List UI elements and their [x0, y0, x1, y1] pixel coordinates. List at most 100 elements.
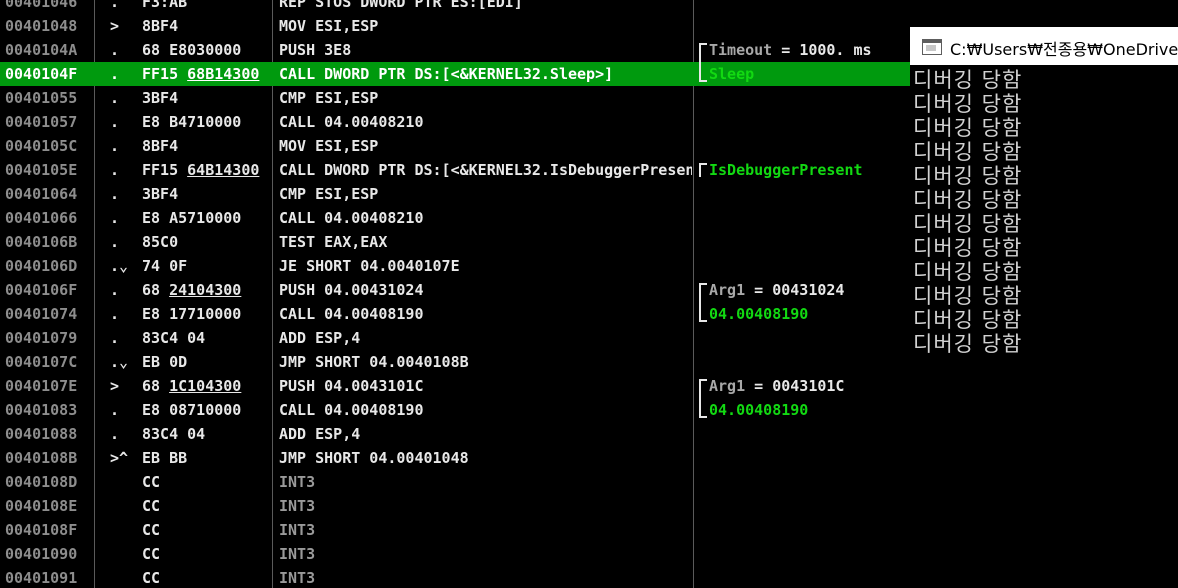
row-jump-marker: . [110, 137, 120, 155]
comment-arg1-value: 0043101C [772, 377, 845, 395]
row-instruction: REP STOS DWORD PTR ES:[EDI] [279, 0, 523, 11]
row-address: 0040108B [5, 449, 78, 467]
comment-row: Sleep [0, 62, 910, 86]
row-address: 00401088 [5, 425, 78, 443]
row-instruction: JE SHORT 04.0040107E [279, 257, 460, 275]
disassembly-row[interactable]: 00401090 CC INT3 [0, 542, 910, 566]
row-address: 00401048 [5, 17, 78, 35]
comment-call-target: 04.00408190 [709, 401, 809, 419]
row-hex-bytes: CC [142, 569, 161, 587]
row-address: 0040107C [5, 353, 78, 371]
comment-arg1-eq: = [745, 281, 773, 299]
row-jump-marker: . [110, 0, 120, 11]
comment-arg1-value: 00431024 [772, 281, 845, 299]
row-address: 00401057 [5, 113, 78, 131]
comment-arg1-label: Arg1 [709, 377, 746, 395]
disassembly-row[interactable]: 0040108B >^ EB BB JMP SHORT 04.00401048 [0, 446, 910, 470]
console-line: 디버깅 당함 [913, 92, 1023, 116]
disassembly-row[interactable]: 00401088. 83C4 04 ADD ESP,4 [0, 422, 910, 446]
console-line: 디버깅 당함 [913, 260, 1023, 284]
row-instruction: MOV ESI,ESP [279, 17, 379, 35]
row-jump-marker: .⌄ [110, 257, 129, 275]
row-hex-bytes: CC [142, 521, 161, 539]
row-instruction: INT3 [279, 473, 316, 491]
comment-row: Timeout = 1000. ms [0, 38, 910, 62]
console-line: 디버깅 당함 [913, 308, 1023, 332]
disassembly-row[interactable]: 00401048 >8BF4 MOV ESI,ESP [0, 14, 910, 38]
row-instruction: JMP SHORT 04.0040108B [279, 353, 469, 371]
console-line: 디버깅 당함 [913, 236, 1023, 260]
row-jump-marker: . [110, 425, 120, 443]
console-line: 디버깅 당함 [913, 212, 1023, 236]
comment-timeout-label: Timeout [709, 41, 773, 59]
comment-timeout-eq: = [772, 41, 800, 59]
row-instruction: MOV ESI,ESP [279, 137, 379, 155]
row-address: 0040108E [5, 497, 78, 515]
row-hex-bytes: EB BB [142, 449, 188, 467]
row-address: 00401091 [5, 569, 78, 587]
disassembly-row[interactable]: 0040108F CC INT3 [0, 518, 910, 542]
comment-isdebuggerpresent: IsDebuggerPresent [709, 161, 863, 179]
row-instruction: INT3 [279, 497, 316, 515]
row-hex-bytes: CC [142, 545, 161, 563]
comment-row: 04.00408190 [0, 398, 910, 422]
row-instruction: CMP ESI,ESP [279, 89, 379, 107]
row-hex-bytes: 3BF4 [142, 89, 179, 107]
row-address: 0040105C [5, 137, 78, 155]
console-line: 디버깅 당함 [913, 116, 1023, 140]
comment-sleep: Sleep [709, 65, 755, 83]
disassembly-row[interactable]: 0040105C. 8BF4 MOV ESI,ESP [0, 134, 910, 158]
row-hex-bytes: F3:AB [142, 0, 188, 11]
disassembly-row[interactable]: 00401057. E8 B4710000 CALL 04.00408210 [0, 110, 910, 134]
row-instruction: ADD ESP,4 [279, 425, 361, 443]
row-hex-bytes: 8BF4 [142, 137, 179, 155]
disassembly-row[interactable]: 0040108E CC INT3 [0, 494, 910, 518]
row-instruction: INT3 [279, 521, 316, 539]
console-title-bar[interactable]: C:₩Users₩전종용₩OneDrive [910, 27, 1178, 65]
row-address: 00401064 [5, 185, 78, 203]
console-line: 디버깅 당함 [913, 332, 1023, 356]
comment-row: IsDebuggerPresent [0, 158, 910, 182]
disassembly-row[interactable]: 00401079. 83C4 04 ADD ESP,4 [0, 326, 910, 350]
row-address: 0040108F [5, 521, 78, 539]
row-address: 00401079 [5, 329, 78, 347]
disassembly-row[interactable]: 00401066. E8 A5710000 CALL 04.00408210 [0, 206, 910, 230]
console-line: 디버깅 당함 [913, 68, 1023, 92]
row-address: 00401055 [5, 89, 78, 107]
row-hex-bytes: CC [142, 497, 161, 515]
disassembly-row[interactable]: 0040107C .⌄ EB 0D JMP SHORT 04.0040108B [0, 350, 910, 374]
comment-timeout-value: 1000. ms [799, 41, 872, 59]
comment-row: Arg1 = 00431024 [0, 278, 910, 302]
disassembly-row[interactable]: 00401064. 3BF4 CMP ESI,ESP [0, 182, 910, 206]
row-hex-bytes: EB 0D [142, 353, 188, 371]
row-hex-bytes: E8 B4710000 [142, 113, 242, 131]
disassembly-row[interactable]: 0040108D CC INT3 [0, 470, 910, 494]
row-jump-marker: > [110, 17, 120, 35]
row-jump-marker: . [110, 233, 120, 251]
disassembly-row[interactable]: 00401091 CC INT3 [0, 566, 910, 588]
row-address: 0040106D [5, 257, 78, 275]
row-instruction: CALL 04.00408210 [279, 113, 424, 131]
comment-arg1-label: Arg1 [709, 281, 746, 299]
row-jump-marker: .⌄ [110, 353, 129, 371]
disassembly-row[interactable]: 0040106D .⌄ 74 0F JE SHORT 04.0040107E [0, 254, 910, 278]
row-instruction: CMP ESI,ESP [279, 185, 379, 203]
disassembly-row[interactable]: 0040106B. 85C0 TEST EAX,EAX [0, 230, 910, 254]
console-line: 디버깅 당함 [913, 284, 1023, 308]
row-hex-bytes: 85C0 [142, 233, 179, 251]
row-instruction: CALL 04.00408210 [279, 209, 424, 227]
row-hex-bytes: 3BF4 [142, 185, 179, 203]
row-instruction: JMP SHORT 04.00401048 [279, 449, 469, 467]
disassembly-row[interactable]: 00401055. 3BF4 CMP ESI,ESP [0, 86, 910, 110]
row-address: 0040106B [5, 233, 78, 251]
console-line: 디버깅 당함 [913, 188, 1023, 212]
console-window[interactable]: C:₩Users₩전종용₩OneDrive 디버깅 당함 디버깅 당함 디버깅 당함… [910, 0, 1178, 588]
row-hex-bytes: 8BF4 [142, 17, 179, 35]
console-title: C:₩Users₩전종용₩OneDrive [950, 40, 1178, 59]
disassembly-row[interactable]: 00401046. F3:AB REP STOS DWORD PTR ES:[EDI… [0, 0, 910, 14]
row-jump-marker: . [110, 113, 120, 131]
console-line: 디버깅 당함 [913, 140, 1023, 164]
disassembly-pane[interactable]: 00401046. F3:AB REP STOS DWORD PTR ES:[EDI… [0, 0, 910, 588]
row-address: 00401090 [5, 545, 78, 563]
row-instruction: INT3 [279, 545, 316, 563]
